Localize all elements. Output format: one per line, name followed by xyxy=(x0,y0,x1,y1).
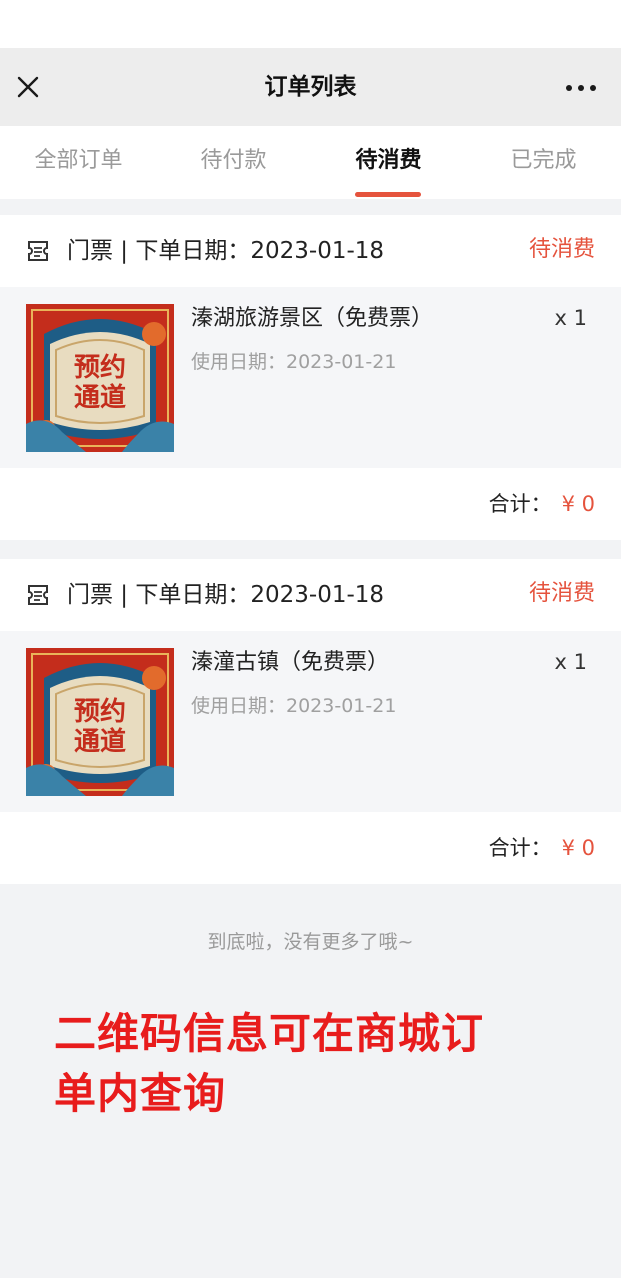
reservation-thumbnail[interactable]: 预约 通道 xyxy=(26,304,174,452)
order-total: 合计： ¥ 0 xyxy=(489,488,595,520)
tab-completed[interactable]: 已完成 xyxy=(466,146,621,176)
order-header: 门票 | 下单日期：2023-01-18 待消费 xyxy=(0,215,621,287)
order-type-date: 门票 | 下单日期：2023-01-18 xyxy=(67,238,385,264)
use-date: 使用日期：2023-01-21 xyxy=(191,695,397,717)
end-of-list-text: 到底啦，没有更多了哦~ xyxy=(207,931,414,953)
page-title: 订单列表 xyxy=(264,74,357,100)
quantity: x 1 xyxy=(554,306,587,330)
thumb-text-top: 预约 xyxy=(74,352,126,383)
active-tab-indicator xyxy=(355,192,421,197)
more-dots-icon[interactable] xyxy=(563,78,599,98)
tab-pending-use[interactable]: 待消费 xyxy=(311,146,466,176)
total-label: 合计： xyxy=(488,836,552,860)
thumb-text-top: 预约 xyxy=(74,696,126,727)
order-item[interactable]: 预约 通道 溱潼古镇（免费票） 使用日期：2023-01-21 x 1 xyxy=(0,631,621,812)
order-list-page: 订单列表 全部订单 待付款 待消费 已完成 门票 | 下单日期：2023-01-… xyxy=(0,0,621,1278)
reservation-thumbnail[interactable]: 预约 通道 xyxy=(26,648,174,796)
status-badge: 待消费 xyxy=(528,581,595,606)
order-card[interactable]: 门票 | 下单日期：2023-01-18 待消费 预约 通道 溱潼古镇（免费票）… xyxy=(0,559,621,884)
order-total: 合计： ¥ 0 xyxy=(489,832,595,864)
thumb-text-bottom: 通道 xyxy=(74,382,126,413)
tab-pending-payment[interactable]: 待付款 xyxy=(156,146,311,176)
thumb-text-bottom: 通道 xyxy=(74,726,126,757)
order-card[interactable]: 门票 | 下单日期：2023-01-18 待消费 预约 通道 溱湖旅游景区（免费… xyxy=(0,215,621,540)
item-name[interactable]: 溱湖旅游景区（免费票） xyxy=(191,303,433,335)
item-name[interactable]: 溱潼古镇（免费票） xyxy=(191,647,389,679)
navbar: 订单列表 xyxy=(0,48,621,126)
quantity: x 1 xyxy=(554,650,587,674)
total-label: 合计： xyxy=(488,492,552,516)
ticket-icon xyxy=(28,585,48,605)
use-date: 使用日期：2023-01-21 xyxy=(191,351,397,373)
total-value: ¥ 0 xyxy=(561,492,595,516)
status-badge: 待消费 xyxy=(528,237,595,262)
order-status-tabs: 全部订单 待付款 待消费 已完成 xyxy=(0,126,621,199)
order-type-date: 门票 | 下单日期：2023-01-18 xyxy=(67,582,385,608)
tab-all-orders[interactable]: 全部订单 xyxy=(1,146,156,176)
order-header: 门票 | 下单日期：2023-01-18 待消费 xyxy=(0,559,621,631)
order-footer: 合计： ¥ 0 xyxy=(0,468,621,540)
total-value: ¥ 0 xyxy=(561,836,595,860)
status-bar-area xyxy=(0,0,621,48)
annotation-text: 二维码信息可在商城订单内查询 xyxy=(54,1009,485,1118)
order-item[interactable]: 预约 通道 溱湖旅游景区（免费票） 使用日期：2023-01-21 x 1 xyxy=(0,287,621,468)
order-footer: 合计： ¥ 0 xyxy=(0,812,621,884)
ticket-icon xyxy=(28,241,48,261)
